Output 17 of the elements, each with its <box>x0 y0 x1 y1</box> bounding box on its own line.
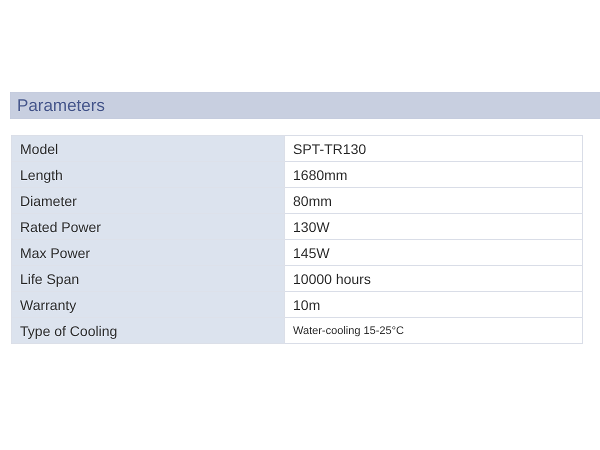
table-cell: Max Power <box>12 240 284 266</box>
section-title: Parameters <box>17 96 105 116</box>
table-cell: Model <box>12 136 284 162</box>
table-cell: 10000 hours <box>284 266 582 292</box>
table-cell: Diameter <box>12 188 284 214</box>
table-cell: 130W <box>284 214 582 240</box>
table-cell: Type of Cooling <box>12 318 284 344</box>
table-cell: SPT-TR130 <box>284 136 582 162</box>
table-cell: Warranty <box>12 292 284 318</box>
table-cell: 145W <box>284 240 582 266</box>
table-cell: 1680mm <box>284 162 582 188</box>
table-cell: 10m <box>284 292 582 318</box>
table-cell: Rated Power <box>12 214 284 240</box>
table-cell: 80mm <box>284 188 582 214</box>
table-cell: Water-cooling 15-25°C <box>284 318 582 344</box>
table-cell: Life Span <box>12 266 284 292</box>
table-cell: Length <box>12 162 284 188</box>
